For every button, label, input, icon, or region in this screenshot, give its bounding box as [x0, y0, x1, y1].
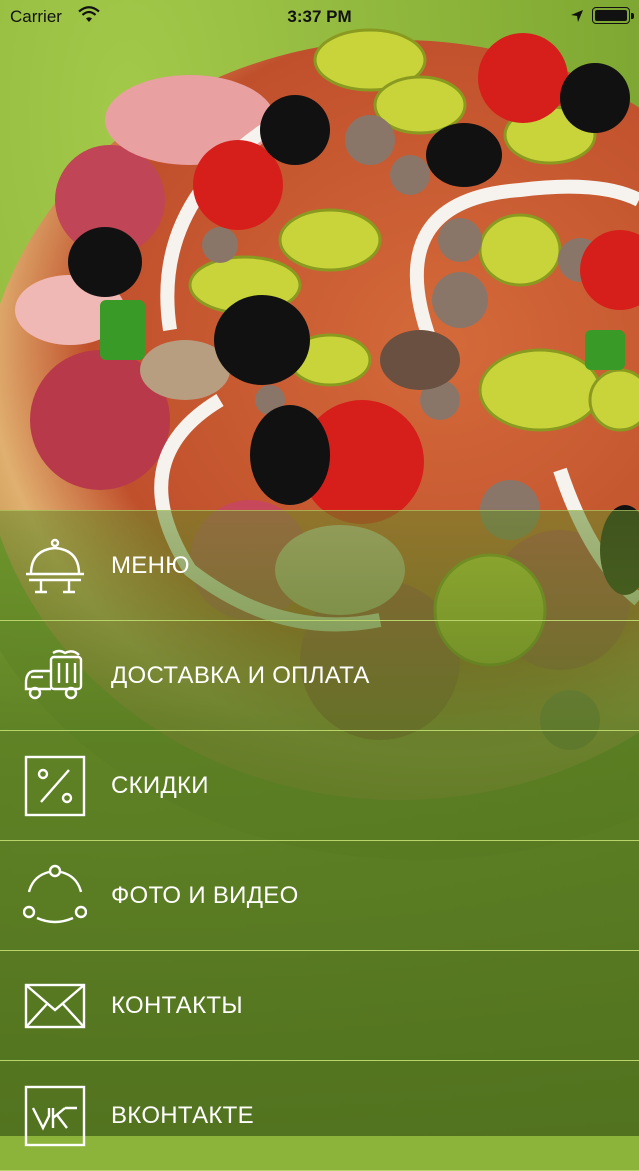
serving-cloche-icon — [22, 533, 88, 599]
menu-item-label: СКИДКИ — [111, 771, 209, 799]
envelope-icon — [22, 973, 88, 1039]
menu-item-label: ДОСТАВКА И ОПЛАТА — [111, 661, 370, 689]
main-menu: МЕНЮ ДОСТАВКА И ОПЛАТА СКИДКИ ФОТО И ВИД… — [0, 510, 639, 1171]
status-bar: Carrier 3:37 PM — [0, 0, 639, 34]
menu-item-contacts[interactable]: КОНТАКТЫ — [0, 951, 639, 1061]
menu-item-label: КОНТАКТЫ — [111, 991, 243, 1019]
vk-icon — [22, 1083, 88, 1149]
menu-item-label: МЕНЮ — [111, 551, 190, 579]
clock: 3:37 PM — [287, 7, 352, 26]
menu-item-delivery[interactable]: ДОСТАВКА И ОПЛАТА — [0, 621, 639, 731]
menu-item-photo-video[interactable]: ФОТО И ВИДЕО — [0, 841, 639, 951]
share-circle-icon — [22, 863, 88, 929]
menu-item-label: ФОТО И ВИДЕО — [111, 881, 299, 909]
percent-icon — [22, 753, 88, 819]
battery-icon — [592, 7, 634, 24]
menu-item-menu[interactable]: МЕНЮ — [0, 510, 639, 621]
menu-item-vkontakte[interactable]: ВКОНТАКТЕ — [0, 1061, 639, 1171]
location-arrow-icon — [570, 8, 584, 28]
menu-item-discounts[interactable]: СКИДКИ — [0, 731, 639, 841]
menu-item-label: ВКОНТАКТЕ — [111, 1101, 254, 1129]
delivery-truck-icon — [22, 643, 88, 709]
